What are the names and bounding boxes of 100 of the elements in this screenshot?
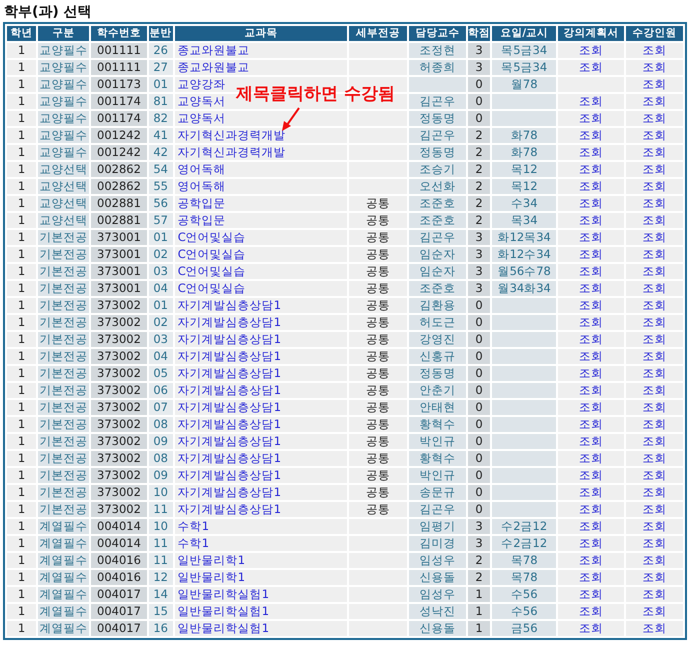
- course-number-cell: 373002: [91, 332, 147, 347]
- category-cell: 기본전공: [38, 366, 90, 381]
- section-cell: 81: [148, 94, 173, 109]
- credits-cell: 3: [468, 60, 490, 75]
- major-cell: 공통: [349, 485, 407, 500]
- year-cell: 1: [7, 383, 36, 398]
- credits-cell: 2: [468, 162, 490, 177]
- professor-cell: 성낙진: [408, 604, 466, 619]
- professor-cell: 박인규: [408, 434, 466, 449]
- credits-cell: 0: [468, 298, 490, 313]
- section-cell: 01: [148, 298, 173, 313]
- credits-cell: 3: [468, 519, 490, 534]
- section-cell: 02: [148, 315, 173, 330]
- professor-cell: 신용돌: [408, 621, 466, 636]
- category-cell: 기본전공: [38, 298, 90, 313]
- section-cell: 02: [148, 247, 173, 262]
- category-cell: 기본전공: [38, 451, 90, 466]
- course-number-cell: 373002: [91, 451, 147, 466]
- section-cell: 41: [148, 128, 173, 143]
- year-cell: 1: [7, 502, 36, 517]
- category-cell: 교양필수: [38, 43, 90, 58]
- column-header: 학년: [7, 26, 36, 41]
- section-cell: 09: [148, 434, 173, 449]
- major-cell: 공통: [349, 434, 407, 449]
- year-cell: 1: [7, 145, 36, 160]
- section-cell: 01: [148, 77, 173, 92]
- category-cell: 교양필수: [38, 77, 90, 92]
- course-number-cell: 002881: [91, 196, 147, 211]
- course-number-cell: 001174: [91, 94, 147, 109]
- professor-cell: 오선화: [408, 179, 466, 194]
- section-cell: 27: [148, 60, 173, 75]
- year-cell: 1: [7, 247, 36, 262]
- schedule-cell: 수2금12: [492, 519, 556, 534]
- year-cell: 1: [7, 315, 36, 330]
- credits-cell: 2: [468, 570, 490, 585]
- year-cell: 1: [7, 417, 36, 432]
- category-cell: 기본전공: [38, 247, 90, 262]
- course-number-cell: 373001: [91, 247, 147, 262]
- schedule-cell: 월78: [492, 77, 556, 92]
- credits-cell: 0: [468, 94, 490, 109]
- professor-cell: 황혁수: [408, 417, 466, 432]
- schedule-cell: 목78: [492, 553, 556, 568]
- major-cell: 공통: [349, 366, 407, 381]
- column-header: 교과목: [174, 26, 348, 41]
- professor-cell: 임평기: [408, 519, 466, 534]
- professor-cell: 신홍규: [408, 349, 466, 364]
- column-header: 학점: [468, 26, 490, 41]
- schedule-cell: 목12: [492, 162, 556, 177]
- professor-cell: 김미경: [408, 536, 466, 551]
- category-cell: 교양필수: [38, 111, 90, 126]
- professor-cell: 김곤우: [408, 502, 466, 517]
- year-cell: 1: [7, 604, 36, 619]
- course-number-cell: 373002: [91, 383, 147, 398]
- category-cell: 교양선택: [38, 162, 90, 177]
- section-cell: 08: [148, 451, 173, 466]
- category-cell: 기본전공: [38, 332, 90, 347]
- professor-cell: 조준호: [408, 281, 466, 296]
- year-cell: 1: [7, 434, 36, 449]
- category-cell: 계열필수: [38, 553, 90, 568]
- category-cell: 계열필수: [38, 536, 90, 551]
- year-cell: 1: [7, 570, 36, 585]
- year-cell: 1: [7, 196, 36, 211]
- schedule-cell: 목12: [492, 179, 556, 194]
- credits-cell: 3: [468, 264, 490, 279]
- section-cell: 06: [148, 383, 173, 398]
- course-number-cell: 001111: [91, 60, 147, 75]
- year-cell: 1: [7, 230, 36, 245]
- course-number-cell: 001174: [91, 111, 147, 126]
- year-cell: 1: [7, 451, 36, 466]
- credits-cell: 2: [468, 196, 490, 211]
- credits-cell: 0: [468, 485, 490, 500]
- schedule-cell: 목5금34: [492, 60, 556, 75]
- year-cell: 1: [7, 400, 36, 415]
- year-cell: 1: [7, 519, 36, 534]
- credits-cell: 2: [468, 213, 490, 228]
- section-cell: 09: [148, 468, 173, 483]
- annotation-arrow: [282, 107, 300, 131]
- credits-cell: 3: [468, 536, 490, 551]
- credits-cell: 3: [468, 230, 490, 245]
- course-number-cell: 004014: [91, 536, 147, 551]
- year-cell: 1: [7, 553, 36, 568]
- professor-cell: 허도근: [408, 315, 466, 330]
- major-cell: 공통: [349, 315, 407, 330]
- professor-cell: 김곤우: [408, 230, 466, 245]
- section-cell: 11: [148, 502, 173, 517]
- year-cell: 1: [7, 366, 36, 381]
- credits-cell: 0: [468, 434, 490, 449]
- year-cell: 1: [7, 213, 36, 228]
- course-number-cell: 373001: [91, 230, 147, 245]
- professor-cell: 강영진: [408, 332, 466, 347]
- year-cell: 1: [7, 485, 36, 500]
- year-cell: 1: [7, 536, 36, 551]
- category-cell: 교양필수: [38, 145, 90, 160]
- section-cell: 03: [148, 264, 173, 279]
- schedule-cell: 화78: [492, 145, 556, 160]
- year-cell: 1: [7, 298, 36, 313]
- course-number-cell: 373002: [91, 502, 147, 517]
- category-cell: 교양선택: [38, 213, 90, 228]
- credits-cell: 0: [468, 77, 490, 92]
- professor-cell: 임성우: [408, 587, 466, 602]
